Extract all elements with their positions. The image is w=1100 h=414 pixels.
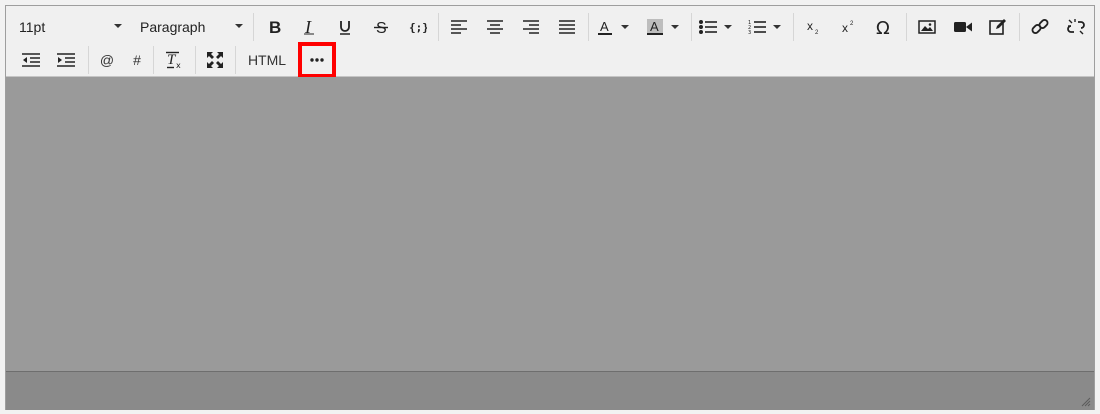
toolbar-separator xyxy=(906,13,907,41)
text-color-button[interactable]: A xyxy=(592,11,618,43)
justify-button[interactable] xyxy=(550,11,584,43)
align-left-icon xyxy=(451,20,467,34)
chevron-down-icon xyxy=(235,24,243,28)
subscript-button[interactable]: x2 xyxy=(797,11,831,43)
image-icon xyxy=(918,20,936,34)
editor-toolbar: 11pt Paragraph B I S {;} A A 1 2 3 x 2 x… xyxy=(6,6,1094,78)
svg-text:B: B xyxy=(269,19,281,35)
toolbar-row-2: @ # Tx HTML xyxy=(6,44,1094,76)
more-button[interactable] xyxy=(301,44,333,76)
toolbar-separator xyxy=(235,46,236,74)
superscript-icon: x2 xyxy=(842,21,854,35)
edit-button[interactable] xyxy=(981,11,1015,43)
bold-button[interactable]: B xyxy=(257,11,291,43)
background-color-icon: A xyxy=(647,19,663,35)
chevron-down-icon xyxy=(671,25,679,29)
svg-text:x: x xyxy=(807,19,813,33)
editor-content-area[interactable] xyxy=(6,77,1094,371)
bullet-list-dropdown[interactable] xyxy=(721,11,735,43)
bullet-list-icon xyxy=(699,20,717,34)
toolbar-separator xyxy=(88,46,89,74)
bullet-list-button[interactable] xyxy=(695,11,721,43)
numbered-list-dropdown[interactable] xyxy=(770,11,784,43)
editor-statusbar xyxy=(6,371,1094,410)
strikethrough-button[interactable]: S xyxy=(364,11,398,43)
svg-text:Ω: Ω xyxy=(876,18,890,36)
block-format-value: Paragraph xyxy=(140,19,206,35)
insert-link-button[interactable] xyxy=(1023,11,1057,43)
edit-icon xyxy=(989,19,1006,35)
clear-formatting-icon: Tx xyxy=(166,51,181,69)
video-icon xyxy=(954,22,972,32)
toolbar-row-1: 11pt Paragraph B I S {;} A A 1 2 3 x 2 x… xyxy=(6,11,1094,43)
outdent-icon xyxy=(22,53,40,67)
text-color-dropdown[interactable] xyxy=(618,11,632,43)
html-source-button[interactable]: HTML xyxy=(242,44,292,76)
toolbar-separator xyxy=(153,46,154,74)
toolbar-separator xyxy=(438,13,439,41)
background-color-dropdown[interactable] xyxy=(668,11,682,43)
svg-text:3: 3 xyxy=(748,30,751,35)
svg-text:I: I xyxy=(304,19,312,35)
svg-text:2: 2 xyxy=(850,21,854,27)
background-color-button[interactable]: A xyxy=(642,11,668,43)
align-right-icon xyxy=(523,20,539,34)
special-character-button[interactable]: Ω xyxy=(868,11,902,43)
toolbar-separator xyxy=(1019,13,1020,41)
justify-icon xyxy=(559,20,575,34)
font-size-select[interactable]: 11pt xyxy=(11,11,126,43)
fullscreen-icon xyxy=(207,52,223,68)
chevron-down-icon xyxy=(621,25,629,29)
fullscreen-button[interactable] xyxy=(198,44,232,76)
chevron-down-icon xyxy=(114,24,122,28)
svg-text:x: x xyxy=(842,21,848,35)
outdent-button[interactable] xyxy=(14,44,48,76)
insert-image-button[interactable] xyxy=(910,11,944,43)
underline-icon xyxy=(340,21,350,35)
toolbar-separator xyxy=(793,13,794,41)
chevron-down-icon xyxy=(724,25,732,29)
svg-text:A: A xyxy=(650,19,659,34)
toolbar-separator xyxy=(195,46,196,74)
numbered-list-icon: 123 xyxy=(748,20,766,35)
link-icon xyxy=(1031,19,1049,34)
more-icon xyxy=(310,58,324,62)
mention-button[interactable]: @ xyxy=(90,44,124,76)
chevron-down-icon xyxy=(773,25,781,29)
superscript-button[interactable]: x2 xyxy=(832,11,866,43)
bold-icon: B xyxy=(269,19,281,35)
text-color-icon: A xyxy=(598,19,612,35)
toolbar-separator xyxy=(691,13,692,41)
italic-icon: I xyxy=(304,19,314,35)
indent-button[interactable] xyxy=(49,44,83,76)
code-button[interactable]: {;} xyxy=(401,11,435,43)
svg-text:x: x xyxy=(176,61,181,69)
toolbar-separator xyxy=(253,13,254,41)
font-size-value: 11pt xyxy=(19,19,46,35)
numbered-list-button[interactable]: 123 xyxy=(744,11,770,43)
toolbar-separator xyxy=(588,13,589,41)
block-format-select[interactable]: Paragraph xyxy=(132,11,247,43)
omega-icon: Ω xyxy=(876,18,890,36)
italic-button[interactable]: I xyxy=(292,11,326,43)
clear-formatting-button[interactable]: Tx xyxy=(157,44,191,76)
strikethrough-icon: S xyxy=(374,20,388,35)
resize-handle-icon[interactable] xyxy=(1081,397,1091,407)
align-right-button[interactable] xyxy=(514,11,548,43)
rich-text-editor: 11pt Paragraph B I S {;} A A 1 2 3 x 2 x… xyxy=(5,5,1095,410)
unlink-button[interactable] xyxy=(1059,11,1093,43)
code-icon: {;} xyxy=(409,21,427,34)
indent-icon xyxy=(57,53,75,67)
insert-media-button[interactable] xyxy=(946,11,980,43)
align-center-button[interactable] xyxy=(478,11,512,43)
svg-text:A: A xyxy=(600,19,609,34)
svg-text:{;}: {;} xyxy=(409,21,427,34)
unlink-icon xyxy=(1067,19,1085,35)
align-left-button[interactable] xyxy=(442,11,476,43)
underline-button[interactable] xyxy=(328,11,362,43)
hashtag-button[interactable]: # xyxy=(120,44,154,76)
align-center-icon xyxy=(487,20,503,34)
subscript-icon: x2 xyxy=(807,19,819,35)
svg-text:2: 2 xyxy=(815,30,819,35)
